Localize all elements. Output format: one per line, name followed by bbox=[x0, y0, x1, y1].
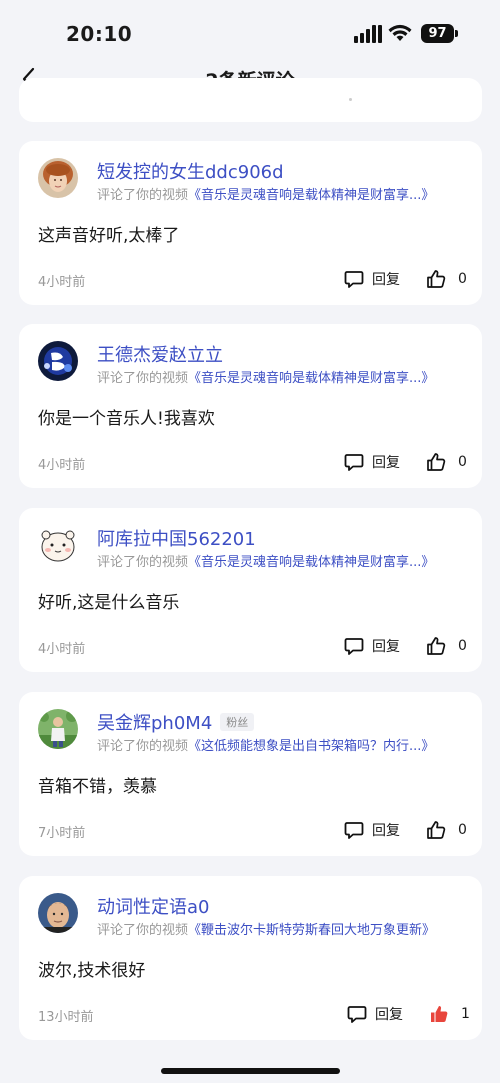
comment-source: 评论了你的视频《鞭击波尔卡斯特劳斯春回大地万象更新》 bbox=[97, 919, 435, 938]
thumbs-up-filled-icon bbox=[431, 1006, 448, 1022]
battery-tip bbox=[455, 30, 458, 37]
reply-button[interactable]: 回复 bbox=[344, 634, 400, 658]
comment-text: 波尔,技术很好 bbox=[38, 961, 146, 981]
comment-time: 13小时前 bbox=[38, 1010, 94, 1025]
avatar[interactable] bbox=[38, 893, 78, 933]
like-count: 0 bbox=[458, 638, 467, 654]
status-bar: 20:10 97 bbox=[0, 0, 500, 60]
like-count: 0 bbox=[458, 454, 467, 470]
reply-label: 回复 bbox=[372, 272, 400, 288]
source-prefix: 评论了你的视频 bbox=[97, 923, 189, 938]
like-count: 0 bbox=[458, 822, 467, 838]
comment-card: 王德杰爱赵立立 评论了你的视频《音乐是灵魂音响是载体精神是财富享...》 你是一… bbox=[19, 324, 482, 488]
comment-time: 7小时前 bbox=[38, 826, 86, 841]
comment-source: 评论了你的视频《这低频能想象是出自书架箱吗？内行...》 bbox=[97, 735, 434, 754]
reply-button[interactable]: 回复 bbox=[344, 267, 400, 291]
thumbs-up-icon bbox=[427, 821, 446, 839]
fan-badge: 粉丝 bbox=[220, 713, 255, 731]
like-button[interactable]: 0 bbox=[426, 818, 467, 842]
avatar[interactable] bbox=[38, 341, 78, 381]
like-count: 1 bbox=[461, 1006, 470, 1022]
like-button[interactable]: 0 bbox=[426, 450, 467, 474]
reply-button[interactable]: 回复 bbox=[347, 1002, 403, 1026]
comment-time: 4小时前 bbox=[38, 275, 86, 290]
partial-content-dot bbox=[349, 98, 352, 101]
username-link[interactable]: 阿库拉中国562201 bbox=[97, 525, 256, 551]
username-link[interactable]: 吴金辉ph0M4 粉丝 bbox=[97, 709, 255, 735]
video-title-link[interactable]: 《音乐是灵魂音响是载体精神是财富享...》 bbox=[188, 188, 434, 203]
comment-time: 4小时前 bbox=[38, 458, 86, 473]
wifi-icon bbox=[388, 24, 412, 41]
video-title-link[interactable]: 《音乐是灵魂音响是载体精神是财富享...》 bbox=[188, 371, 434, 386]
source-prefix: 评论了你的视频 bbox=[97, 739, 189, 754]
comment-card: 吴金辉ph0M4 粉丝 评论了你的视频《这低频能想象是出自书架箱吗？内行...》 … bbox=[19, 692, 482, 856]
avatar[interactable] bbox=[38, 158, 78, 198]
like-button[interactable]: 0 bbox=[426, 267, 467, 291]
comment-card: 短发控的女生ddc906d 评论了你的视频《音乐是灵魂音响是载体精神是财富享..… bbox=[19, 141, 482, 305]
like-button[interactable]: 0 bbox=[426, 634, 467, 658]
comment-time: 4小时前 bbox=[38, 642, 86, 657]
comment-source: 评论了你的视频《音乐是灵魂音响是载体精神是财富享...》 bbox=[97, 367, 434, 386]
thumbs-up-icon bbox=[427, 270, 446, 288]
comment-bubble-icon bbox=[344, 271, 364, 288]
reply-label: 回复 bbox=[372, 455, 400, 471]
comment-source: 评论了你的视频《音乐是灵魂音响是载体精神是财富享...》 bbox=[97, 184, 434, 203]
source-prefix: 评论了你的视频 bbox=[97, 371, 189, 386]
reply-button[interactable]: 回复 bbox=[344, 450, 400, 474]
video-title-link[interactable]: 《鞭击波尔卡斯特劳斯春回大地万象更新》 bbox=[188, 923, 435, 938]
like-count: 0 bbox=[458, 271, 467, 287]
comment-card: 阿库拉中国562201 评论了你的视频《音乐是灵魂音响是载体精神是财富享...》… bbox=[19, 508, 482, 672]
battery-indicator: 97 bbox=[421, 24, 454, 43]
thumbs-up-icon bbox=[427, 453, 446, 471]
comment-card: 动词性定语a0 评论了你的视频《鞭击波尔卡斯特劳斯春回大地万象更新》 波尔,技术… bbox=[19, 876, 482, 1040]
username-link[interactable]: 王德杰爱赵立立 bbox=[97, 341, 223, 367]
avatar[interactable] bbox=[38, 709, 78, 749]
reply-button[interactable]: 回复 bbox=[344, 818, 400, 842]
comment-text: 音箱不错，羡慕 bbox=[38, 777, 157, 797]
username-link[interactable]: 短发控的女生ddc906d bbox=[97, 158, 284, 184]
username-text: 吴金辉ph0M4 bbox=[97, 713, 213, 734]
comment-source: 评论了你的视频《音乐是灵魂音响是载体精神是财富享...》 bbox=[97, 551, 434, 570]
like-button[interactable]: 1 bbox=[429, 1002, 470, 1026]
reply-label: 回复 bbox=[372, 823, 400, 839]
comment-bubble-icon bbox=[344, 454, 364, 471]
avatar[interactable] bbox=[38, 525, 78, 565]
username-link[interactable]: 动词性定语a0 bbox=[97, 893, 209, 919]
username-text: 王德杰爱赵立立 bbox=[97, 345, 223, 366]
comment-text: 这声音好听,太棒了 bbox=[38, 226, 180, 246]
reply-label: 回复 bbox=[372, 639, 400, 655]
comment-bubble-icon bbox=[347, 1006, 367, 1023]
reply-label: 回复 bbox=[375, 1007, 403, 1023]
cellular-signal-icon bbox=[354, 25, 382, 43]
comment-text: 你是一个音乐人!我喜欢 bbox=[38, 409, 215, 429]
username-text: 动词性定语a0 bbox=[97, 897, 210, 918]
source-prefix: 评论了你的视频 bbox=[97, 188, 189, 203]
thumbs-up-icon bbox=[427, 637, 446, 655]
status-time: 20:10 bbox=[66, 22, 133, 46]
video-title-link[interactable]: 《音乐是灵魂音响是载体精神是财富享...》 bbox=[188, 555, 434, 570]
comment-bubble-icon bbox=[344, 638, 364, 655]
username-text: 阿库拉中国562201 bbox=[97, 529, 256, 550]
source-prefix: 评论了你的视频 bbox=[97, 555, 189, 570]
comment-bubble-icon bbox=[344, 822, 364, 839]
username-text: 短发控的女生ddc906d bbox=[97, 162, 284, 183]
video-title-link[interactable]: 《这低频能想象是出自书架箱吗？内行...》 bbox=[188, 739, 434, 754]
home-indicator[interactable] bbox=[161, 1068, 340, 1074]
comment-text: 好听,这是什么音乐 bbox=[38, 593, 180, 613]
comment-card-partial bbox=[19, 78, 482, 122]
